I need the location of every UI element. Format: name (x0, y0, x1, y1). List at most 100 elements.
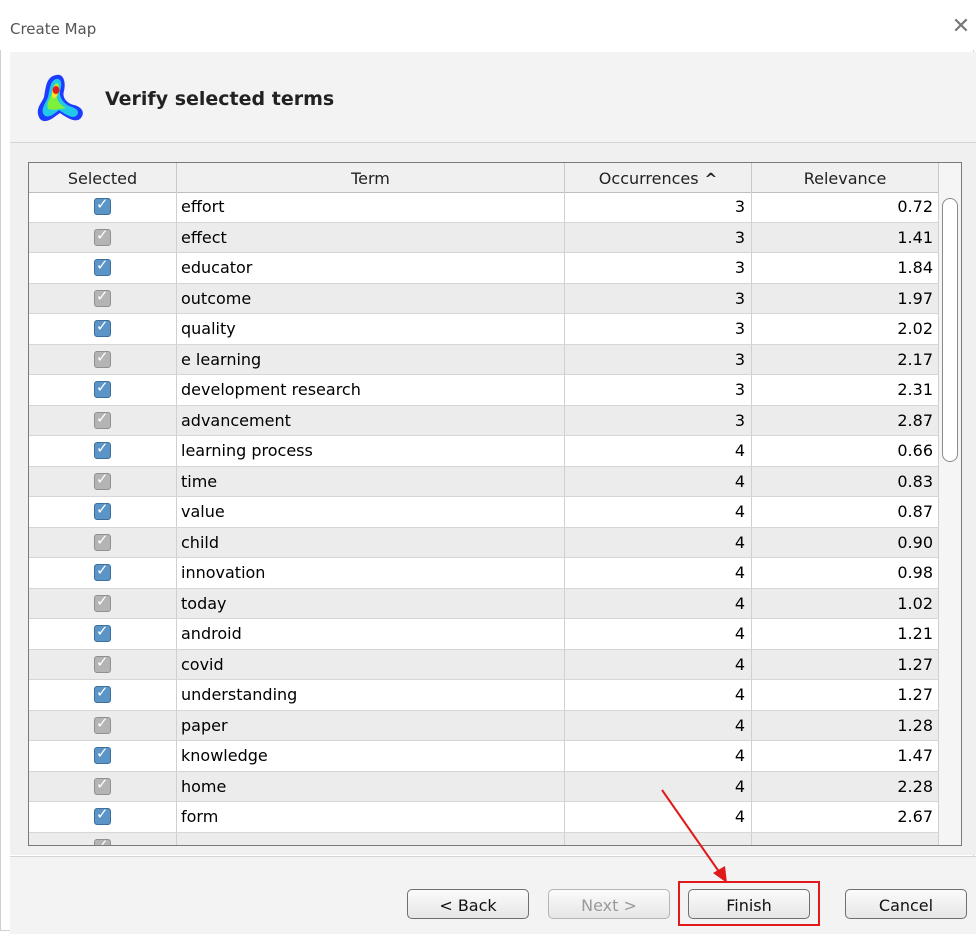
term-cell: innovation (177, 558, 565, 588)
occurrences-cell: 4 (565, 588, 752, 618)
checkbox-checked-icon[interactable]: ✓ (94, 714, 111, 734)
column-header-selected-label: Selected (67, 169, 138, 188)
checkbox-checked-icon[interactable]: ✓ (94, 257, 111, 276)
page-title: Verify selected terms (105, 88, 335, 110)
table-row[interactable]: ✓ educator 3 1.84 (29, 253, 939, 284)
table-header: Selected Term Occurrences ^ Relevance (29, 163, 939, 193)
term-cell: understanding (177, 680, 565, 710)
relevance-cell: 1.97 (752, 283, 939, 313)
checkbox-checked-icon[interactable]: ✓ (94, 196, 111, 215)
checkbox-checked-icon[interactable]: ✓ (94, 409, 111, 429)
checkbox-checked-icon[interactable]: ✓ (94, 531, 111, 551)
relevance-cell: 0.83 (752, 466, 939, 496)
term-cell: child (177, 527, 565, 557)
term-cell: quality (177, 314, 565, 344)
relevance-cell: 0.72 (752, 192, 939, 222)
relevance-cell: 2.87 (752, 405, 939, 435)
column-header-term[interactable]: Term (177, 163, 565, 192)
column-header-occurrences[interactable]: Occurrences ^ (565, 163, 752, 192)
table-row[interactable]: ✓ advancement 3 2.87 (29, 405, 939, 436)
occurrences-cell: 3 (565, 253, 752, 283)
relevance-cell: 1.47 (752, 741, 939, 771)
checkbox-checked-icon[interactable]: ✓ (94, 836, 111, 845)
term-cell: today (177, 588, 565, 618)
table-row[interactable]: ✓ time 4 0.83 (29, 466, 939, 497)
table-row[interactable]: ✓ e learning 3 2.17 (29, 344, 939, 375)
checkbox-checked-icon[interactable]: ✓ (94, 806, 111, 825)
table-row[interactable]: ✓ home 4 2.28 (29, 771, 939, 802)
table-row[interactable]: ✓ form 4 2.67 (29, 802, 939, 833)
table-row-partial[interactable]: ✓ (29, 832, 939, 845)
term-cell: effort (177, 192, 565, 222)
checkbox-checked-icon[interactable]: ✓ (94, 226, 111, 246)
checkbox-checked-icon[interactable]: ✓ (94, 775, 111, 795)
term-cell: time (177, 466, 565, 496)
term-cell: form (177, 802, 565, 832)
column-header-occurrences-label: Occurrences (598, 169, 699, 188)
table-row[interactable]: ✓ effect 3 1.41 (29, 222, 939, 253)
sort-ascending-icon: ^ (704, 170, 718, 188)
checkbox-checked-icon[interactable]: ✓ (94, 745, 111, 764)
term-cell: home (177, 771, 565, 801)
table-row[interactable]: ✓ effort 3 0.72 (29, 192, 939, 223)
window-title: Create Map (10, 20, 97, 38)
table-row[interactable]: ✓ android 4 1.21 (29, 619, 939, 650)
table-row[interactable]: ✓ knowledge 4 1.47 (29, 741, 939, 772)
cancel-button[interactable]: Cancel (845, 889, 967, 919)
term-cell: e learning (177, 344, 565, 374)
wizard-header: Verify selected terms (10, 52, 976, 143)
occurrences-cell: 4 (565, 771, 752, 801)
table-body: ✓ effort 3 0.72 ✓ effect 3 1.41 ✓ educator 3 1.84… (29, 192, 939, 845)
vertical-scrollbar[interactable] (939, 163, 961, 845)
relevance-cell: 2.02 (752, 314, 939, 344)
term-cell: covid (177, 649, 565, 679)
table-row[interactable]: ✓ today 4 1.02 (29, 588, 939, 619)
column-header-selected[interactable]: Selected (29, 163, 177, 192)
term-cell: knowledge (177, 741, 565, 771)
relevance-cell: 1.28 (752, 710, 939, 740)
close-icon[interactable]: ✕ (950, 16, 972, 38)
column-header-relevance[interactable]: Relevance (752, 163, 939, 192)
scrollbar-thumb[interactable] (942, 198, 958, 462)
occurrences-cell: 4 (565, 619, 752, 649)
table-row[interactable]: ✓ value 4 0.87 (29, 497, 939, 528)
checkbox-checked-icon[interactable]: ✓ (94, 348, 111, 368)
checkbox-checked-icon[interactable]: ✓ (94, 653, 111, 673)
title-bar: Create Map ✕ (0, 0, 976, 50)
back-button[interactable]: < Back (407, 889, 529, 919)
occurrences-cell: 4 (565, 436, 752, 466)
checkbox-checked-icon[interactable]: ✓ (94, 623, 111, 642)
checkbox-checked-icon[interactable]: ✓ (94, 440, 111, 459)
checkbox-checked-icon[interactable]: ✓ (94, 684, 111, 703)
table-row[interactable]: ✓ outcome 3 1.97 (29, 283, 939, 314)
terms-table: Selected Term Occurrences ^ Relevance ✓ ef… (28, 162, 962, 846)
checkbox-checked-icon[interactable]: ✓ (94, 318, 111, 337)
term-cell: educator (177, 253, 565, 283)
relevance-cell: 1.27 (752, 649, 939, 679)
table-row[interactable]: ✓ quality 3 2.02 (29, 314, 939, 345)
table-row[interactable]: ✓ innovation 4 0.98 (29, 558, 939, 589)
relevance-cell: 1.41 (752, 222, 939, 252)
table-row[interactable]: ✓ development research 3 2.31 (29, 375, 939, 406)
column-header-relevance-label: Relevance (803, 169, 887, 188)
relevance-cell: 0.66 (752, 436, 939, 466)
checkbox-checked-icon[interactable]: ✓ (94, 562, 111, 581)
table-row[interactable]: ✓ covid 4 1.27 (29, 649, 939, 680)
table-row[interactable]: ✓ child 4 0.90 (29, 527, 939, 558)
checkbox-checked-icon[interactable]: ✓ (94, 287, 111, 307)
table-row[interactable]: ✓ paper 4 1.28 (29, 710, 939, 741)
occurrences-cell: 3 (565, 314, 752, 344)
occurrences-cell: 3 (565, 375, 752, 405)
table-row[interactable]: ✓ learning process 4 0.66 (29, 436, 939, 467)
checkbox-checked-icon[interactable]: ✓ (94, 379, 111, 398)
checkbox-checked-icon[interactable]: ✓ (94, 592, 111, 612)
finish-button[interactable]: Finish (688, 889, 810, 919)
relevance-cell: 0.98 (752, 558, 939, 588)
checkbox-checked-icon[interactable]: ✓ (94, 501, 111, 520)
table-row[interactable]: ✓ understanding 4 1.27 (29, 680, 939, 711)
column-header-term-label: Term (351, 169, 390, 188)
relevance-cell: 1.02 (752, 588, 939, 618)
term-cell: paper (177, 710, 565, 740)
checkbox-checked-icon[interactable]: ✓ (94, 470, 111, 490)
relevance-cell: 2.28 (752, 771, 939, 801)
